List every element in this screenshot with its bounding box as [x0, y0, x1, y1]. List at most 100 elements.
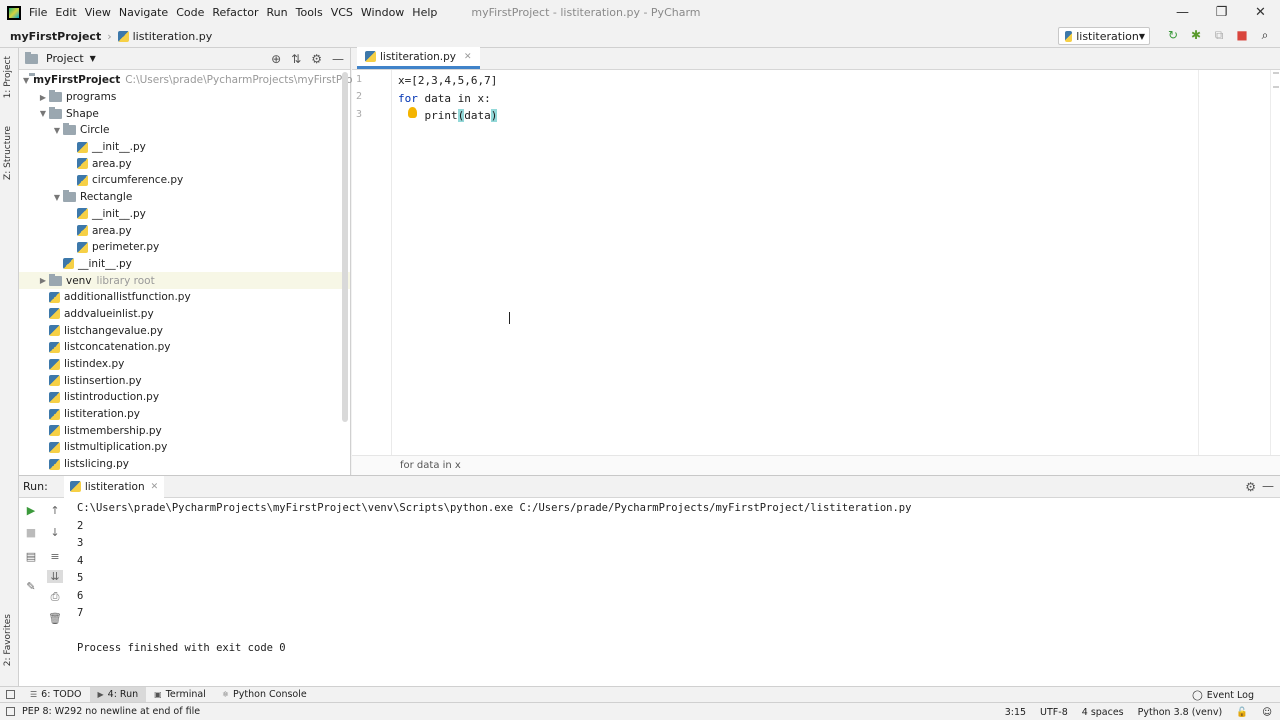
tree-folder[interactable]: ▼ Circle	[19, 122, 350, 139]
tree-folder[interactable]: ▶ venv library root	[19, 272, 350, 289]
debug-icon[interactable]: ✱	[1189, 28, 1203, 43]
layout-icon[interactable]: ▤	[23, 550, 39, 563]
close-tab-icon[interactable]: ✕	[464, 52, 472, 62]
stop-icon[interactable]: ■	[1235, 28, 1249, 43]
arrow-down-icon[interactable]: ↓	[47, 526, 63, 539]
editor-scrollbar[interactable]	[1270, 70, 1280, 455]
structure-tool-tab[interactable]: Z: Structure	[3, 126, 13, 180]
menu-help[interactable]: Help	[412, 6, 445, 19]
editor-tab-listiteration[interactable]: listiteration.py ✕	[357, 47, 480, 69]
tree-file[interactable]: listchangevalue.py	[19, 322, 350, 339]
tree-file[interactable]: listmembership.py	[19, 422, 350, 439]
tree-file[interactable]: listindex.py	[19, 356, 350, 373]
lightbulb-icon[interactable]	[408, 107, 417, 118]
tree-folder[interactable]: ▼ myFirstProject C:\Users\prade\PycharmPro…	[19, 72, 372, 89]
tree-file[interactable]: additionallistfunction.py	[19, 289, 350, 306]
tree-file[interactable]: listiteration.py	[19, 406, 350, 423]
tool-window-toggle-icon[interactable]	[6, 707, 15, 716]
chevron-down-icon: ▼	[1138, 31, 1145, 41]
tree-file[interactable]: listslicing.py	[19, 456, 350, 473]
run-configuration-label: listiteration	[1076, 29, 1139, 43]
project-scrollbar[interactable]	[342, 72, 348, 422]
tree-file[interactable]: __init__.py	[19, 139, 350, 156]
lock-icon[interactable]: 🔓	[1236, 707, 1248, 718]
restore-button[interactable]: ❐	[1202, 0, 1241, 25]
project-tool-tab[interactable]: 1: Project	[3, 56, 13, 98]
event-log-tab[interactable]: ◯ Event Log	[1192, 687, 1254, 703]
scroll-to-end-icon[interactable]: ⇊	[47, 570, 63, 583]
collapse-all-icon[interactable]: ⇅	[291, 52, 301, 66]
menu-run[interactable]: Run	[267, 6, 296, 19]
tree-folder[interactable]: ▼ Rectangle	[19, 189, 350, 206]
terminal-tab[interactable]: ▣ Terminal	[146, 687, 214, 703]
tree-file[interactable]: listinsertion.py	[19, 372, 350, 389]
chevron-right-icon[interactable]: ▶	[37, 93, 49, 102]
pin-icon[interactable]: ✎	[23, 580, 39, 593]
chevron-down-icon[interactable]: ▼	[51, 193, 63, 202]
chevron-down-icon[interactable]: ▼	[51, 126, 63, 135]
caret-position[interactable]: 3:15	[1005, 707, 1026, 718]
tree-file[interactable]: listconcatenation.py	[19, 339, 350, 356]
gear-icon[interactable]: ⚙	[311, 52, 322, 66]
soft-wrap-icon[interactable]: ≡	[47, 550, 63, 563]
rerun-icon[interactable]: ▶	[23, 504, 39, 517]
menu-window[interactable]: Window	[361, 6, 412, 19]
rerun-icon[interactable]: ↻	[1166, 28, 1180, 43]
coverage-icon[interactable]: ⧉	[1212, 28, 1226, 43]
tree-file[interactable]: area.py	[19, 155, 350, 172]
print-icon[interactable]: ⎙	[47, 590, 63, 604]
tree-folder[interactable]: ▶ programs	[19, 89, 350, 106]
chevron-down-icon[interactable]: ▼	[23, 76, 29, 85]
close-tab-icon[interactable]: ✕	[151, 482, 159, 492]
console-output[interactable]: C:\Users\prade\PycharmProjects\myFirstPr…	[77, 500, 911, 658]
hide-icon[interactable]: —	[332, 52, 344, 66]
locate-icon[interactable]: ⊕	[271, 52, 281, 66]
code-line-2[interactable]: for data in x:	[398, 90, 497, 108]
tree-file[interactable]: __init__.py	[19, 206, 350, 223]
code-line-1[interactable]: x=[2,3,4,5,6,7]	[398, 72, 497, 90]
tree-file[interactable]: listintroduction.py	[19, 389, 350, 406]
favorites-tool-tab[interactable]: 2: Favorites	[3, 614, 13, 666]
tree-file[interactable]: perimeter.py	[19, 239, 350, 256]
run-configuration-select[interactable]: listiteration ▼	[1058, 27, 1150, 45]
arrow-up-icon[interactable]: ↑	[47, 504, 63, 517]
run-tab-listiteration[interactable]: listiteration ✕	[63, 475, 165, 498]
todo-tab[interactable]: ☰ 6: TODO	[22, 687, 90, 703]
chevron-down-icon[interactable]: ▼	[90, 54, 96, 63]
menu-tools[interactable]: Tools	[296, 6, 331, 19]
breadcrumb-file[interactable]: listiteration.py	[133, 30, 213, 43]
tree-file[interactable]: area.py	[19, 222, 350, 239]
editor-breadcrumb[interactable]: for data in x	[352, 455, 1280, 475]
inspector-icon[interactable]: ☺	[1262, 707, 1272, 718]
tree-file[interactable]: __init__.py	[19, 256, 350, 273]
breadcrumb-project[interactable]: myFirstProject	[10, 30, 101, 43]
search-icon[interactable]: ⌕	[1258, 28, 1272, 43]
tree-file[interactable]: circumference.py	[19, 172, 350, 189]
menu-code[interactable]: Code	[176, 6, 212, 19]
trash-icon[interactable]: 🗑	[47, 612, 63, 625]
project-panel-title[interactable]: Project	[46, 52, 84, 65]
python-file-icon	[49, 291, 60, 303]
stop-icon[interactable]: ■	[23, 526, 39, 539]
tree-file[interactable]: listmultiplication.py	[19, 439, 350, 456]
menu-navigate[interactable]: Navigate	[119, 6, 176, 19]
python-console-tab[interactable]: ⚛ Python Console	[214, 687, 315, 703]
menu-vcs[interactable]: VCS	[331, 6, 361, 19]
run-tab[interactable]: ▶ 4: Run	[89, 686, 147, 703]
menu-file[interactable]: File	[29, 6, 55, 19]
tree-file[interactable]: addvalueinlist.py	[19, 306, 350, 323]
menu-refactor[interactable]: Refactor	[212, 6, 266, 19]
chevron-right-icon[interactable]: ▶	[37, 276, 49, 285]
gear-icon[interactable]: ⚙	[1245, 480, 1256, 494]
menu-view[interactable]: View	[85, 6, 119, 19]
tool-window-toggle-icon[interactable]	[6, 690, 15, 699]
hide-icon[interactable]: —	[1262, 479, 1274, 493]
chevron-down-icon[interactable]: ▼	[37, 109, 49, 118]
minimize-button[interactable]: —	[1163, 0, 1202, 25]
indent-setting[interactable]: 4 spaces	[1082, 707, 1124, 718]
close-button[interactable]: ✕	[1241, 0, 1280, 25]
tree-folder[interactable]: ▼ Shape	[19, 105, 350, 122]
file-encoding[interactable]: UTF-8	[1040, 707, 1068, 718]
python-interpreter[interactable]: Python 3.8 (venv)	[1138, 707, 1223, 718]
menu-edit[interactable]: Edit	[55, 6, 84, 19]
